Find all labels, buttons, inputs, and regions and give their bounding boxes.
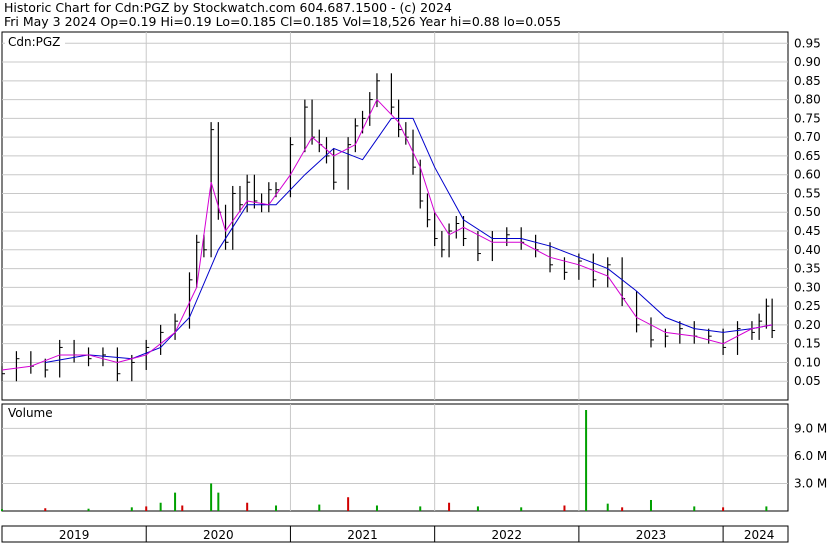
volume-bar [520,507,523,511]
volume-bar [1,509,3,511]
price-tick-label: 0.15 [794,337,821,351]
volume-bar [693,506,696,511]
volume-bar [275,505,278,511]
volume-tick-label: 9.0 M [794,421,827,435]
price-tick-label: 0.10 [794,355,821,369]
price-tick-label: 0.95 [794,36,821,50]
stock-chart: Historic Chart for Cdn:PGZ by Stockwatch… [1,0,827,543]
volume-bar [159,502,162,511]
volume-panel-label: Volume [8,406,53,420]
volume-bar [649,499,652,511]
volume-bar [246,502,249,511]
price-tick-label: 0.40 [794,243,821,257]
price-tick-label: 0.30 [794,280,821,294]
price-panel-label: Cdn:PGZ [8,35,60,49]
volume-bar [585,410,588,511]
volume-bar [174,492,177,511]
volume-bar [44,508,47,511]
price-panel: 0.05 0.10 0.15 0.20 0.25 0.30 0.35 0.40 0.45 0.50… [1,31,821,401]
x-axis-year-label: 2022 [491,528,522,542]
chart-header-line-2: Fri May 3 2024 Op=0.19 Hi=0.19 Lo=0.185 … [4,14,561,29]
price-tick-label: 0.70 [794,130,821,144]
volume-panel-frame [1,403,789,512]
volume-bar [621,507,624,511]
volume-panel: 3.0 M 6.0 M 9.0 M Volume [1,403,827,512]
volume-bar [181,505,184,511]
volume-bar [210,483,213,511]
price-tick-label: 0.20 [794,318,821,332]
price-tick-label: 0.60 [794,168,821,182]
volume-bar [563,505,566,511]
volume-bar [476,506,479,511]
volume-tick-label: 6.0 M [794,449,827,463]
volume-bar [765,506,768,511]
volume-bar [87,508,90,511]
x-axis-year-label: 2020 [203,528,234,542]
volume-bar [606,503,609,511]
price-tick-label: 0.65 [794,149,821,163]
price-tick-label: 0.80 [794,93,821,107]
volume-bar [448,502,451,511]
x-axis-frame [1,525,789,543]
volume-bar [722,507,725,511]
volume-tick-label: 3.0 M [794,476,827,490]
x-axis-year-label: 2023 [636,528,667,542]
price-tick-label: 0.75 [794,111,821,125]
volume-bar [217,492,220,511]
chart-header-line-1: Historic Chart for Cdn:PGZ by Stockwatch… [4,0,452,15]
x-axis: 2019 2020 2021 2022 2023 2024 [1,525,789,543]
x-axis-year-label: 2021 [347,528,378,542]
volume-bar [347,497,350,511]
x-axis-year-label: 2019 [59,528,90,542]
x-axis-year-label: 2024 [744,528,775,542]
volume-bar [130,507,133,511]
price-tick-label: 0.35 [794,262,821,276]
price-tick-label: 0.85 [794,74,821,88]
volume-bar [318,504,321,511]
price-tick-label: 0.90 [794,55,821,69]
volume-bar [419,506,422,511]
price-tick-label: 0.55 [794,186,821,200]
volume-y-axis-labels: 3.0 M 6.0 M 9.0 M [794,421,827,490]
price-tick-label: 0.05 [794,374,821,388]
price-tick-label: 0.25 [794,299,821,313]
price-y-axis-labels: 0.05 0.10 0.15 0.20 0.25 0.30 0.35 0.40 0.45 0.50… [794,36,821,388]
price-tick-label: 0.50 [794,205,821,219]
price-panel-frame [1,31,789,401]
price-tick-label: 0.45 [794,224,821,238]
volume-bar [145,506,148,511]
volume-bar [375,505,378,511]
